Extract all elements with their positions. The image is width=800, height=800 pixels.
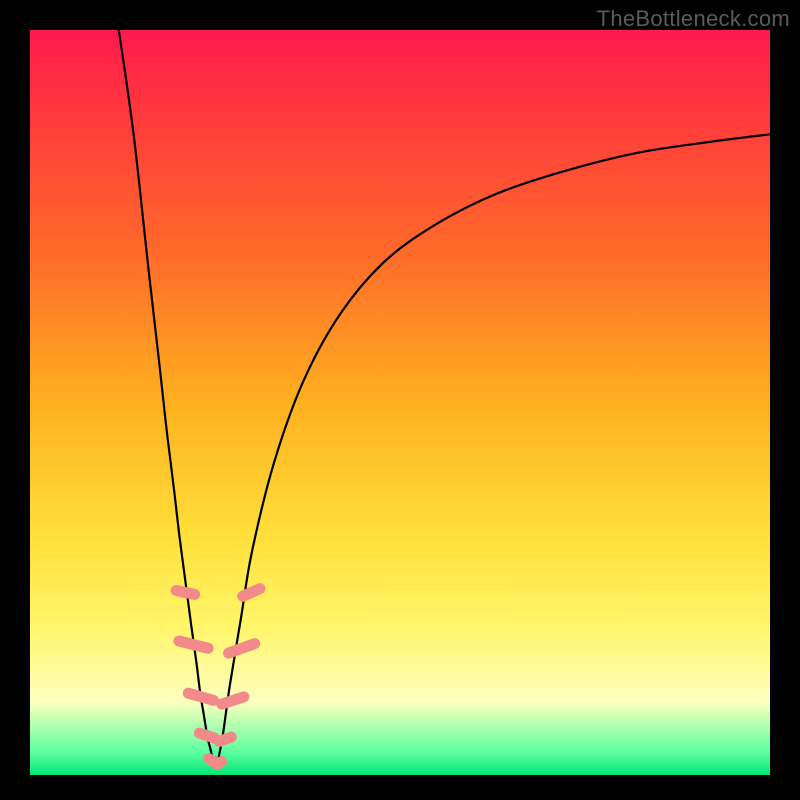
bead-group xyxy=(170,581,267,772)
plot-area xyxy=(30,30,770,775)
chart-frame: TheBottleneck.com xyxy=(0,0,800,800)
bead xyxy=(212,730,238,748)
bead xyxy=(215,690,251,711)
chart-svg xyxy=(30,30,770,775)
bead xyxy=(235,581,267,603)
left-curve xyxy=(119,30,214,768)
bead xyxy=(222,637,262,661)
right-curve xyxy=(216,134,770,767)
watermark-text: TheBottleneck.com xyxy=(597,6,790,32)
